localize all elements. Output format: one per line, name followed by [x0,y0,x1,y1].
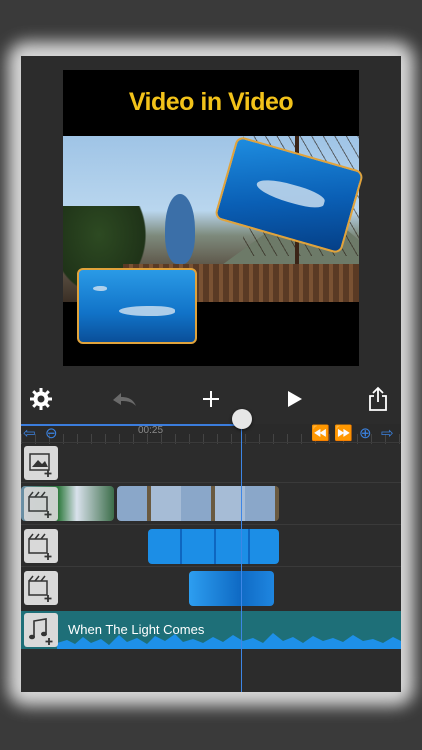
add-video-icon[interactable] [24,487,58,521]
whale-shark [254,175,327,212]
step-forward-icon[interactable]: ⏩ [334,425,353,443]
add-photo-icon[interactable] [24,446,58,480]
settings-button[interactable] [27,381,55,417]
share-button[interactable] [364,381,392,417]
playhead-line [241,422,242,692]
video-clip-underwater-1[interactable] [148,529,279,564]
app-screen: Video in Video ⇦ ⊖ 00:25 ⏪ ⏩ ⊕ ⇨ When Th… [21,56,401,692]
track-overlay-video-1[interactable] [21,524,401,567]
gear-icon [30,388,52,410]
playhead-scrubber[interactable] [232,409,252,429]
preview-title: Video in Video [128,88,294,116]
fish [93,286,107,291]
track-image-overlay[interactable] [21,442,401,483]
whale-shark [119,306,175,316]
toolbar [21,381,401,417]
undo-icon [113,393,136,406]
zoom-out-icon[interactable]: ⊖ [45,425,58,443]
step-back-icon[interactable]: ⏪ [311,425,330,443]
track-main-video[interactable] [21,482,401,525]
share-icon [369,386,387,411]
audio-clip-title: When The Light Comes [68,622,205,637]
track-overlay-video-2[interactable] [21,566,401,609]
track-audio[interactable]: When The Light Comes [21,611,401,649]
play-button[interactable] [280,381,308,417]
play-icon [288,391,302,407]
video-preview[interactable]: Video in Video [63,70,365,366]
video-clip-ship[interactable] [117,486,279,521]
time-marker: 00:25 [138,425,164,436]
video-clip-underwater-2[interactable] [189,571,274,606]
zoom-in-icon[interactable]: ⊕ [359,425,372,443]
pip-video-overlay-2[interactable] [77,268,197,344]
plus-icon [203,391,219,407]
timeline-ruler[interactable]: ⇦ ⊖ 00:25 ⏪ ⏩ ⊕ ⇨ [21,424,401,444]
jump-to-start-icon[interactable]: ⇦ [23,425,36,443]
undo-button[interactable] [109,381,139,417]
jump-to-end-icon[interactable]: ⇨ [381,425,394,443]
add-video-icon[interactable] [24,529,58,563]
add-music-icon[interactable] [24,613,58,647]
add-button[interactable] [197,381,225,417]
add-video-icon[interactable] [24,571,58,605]
shark-statue [165,194,195,264]
